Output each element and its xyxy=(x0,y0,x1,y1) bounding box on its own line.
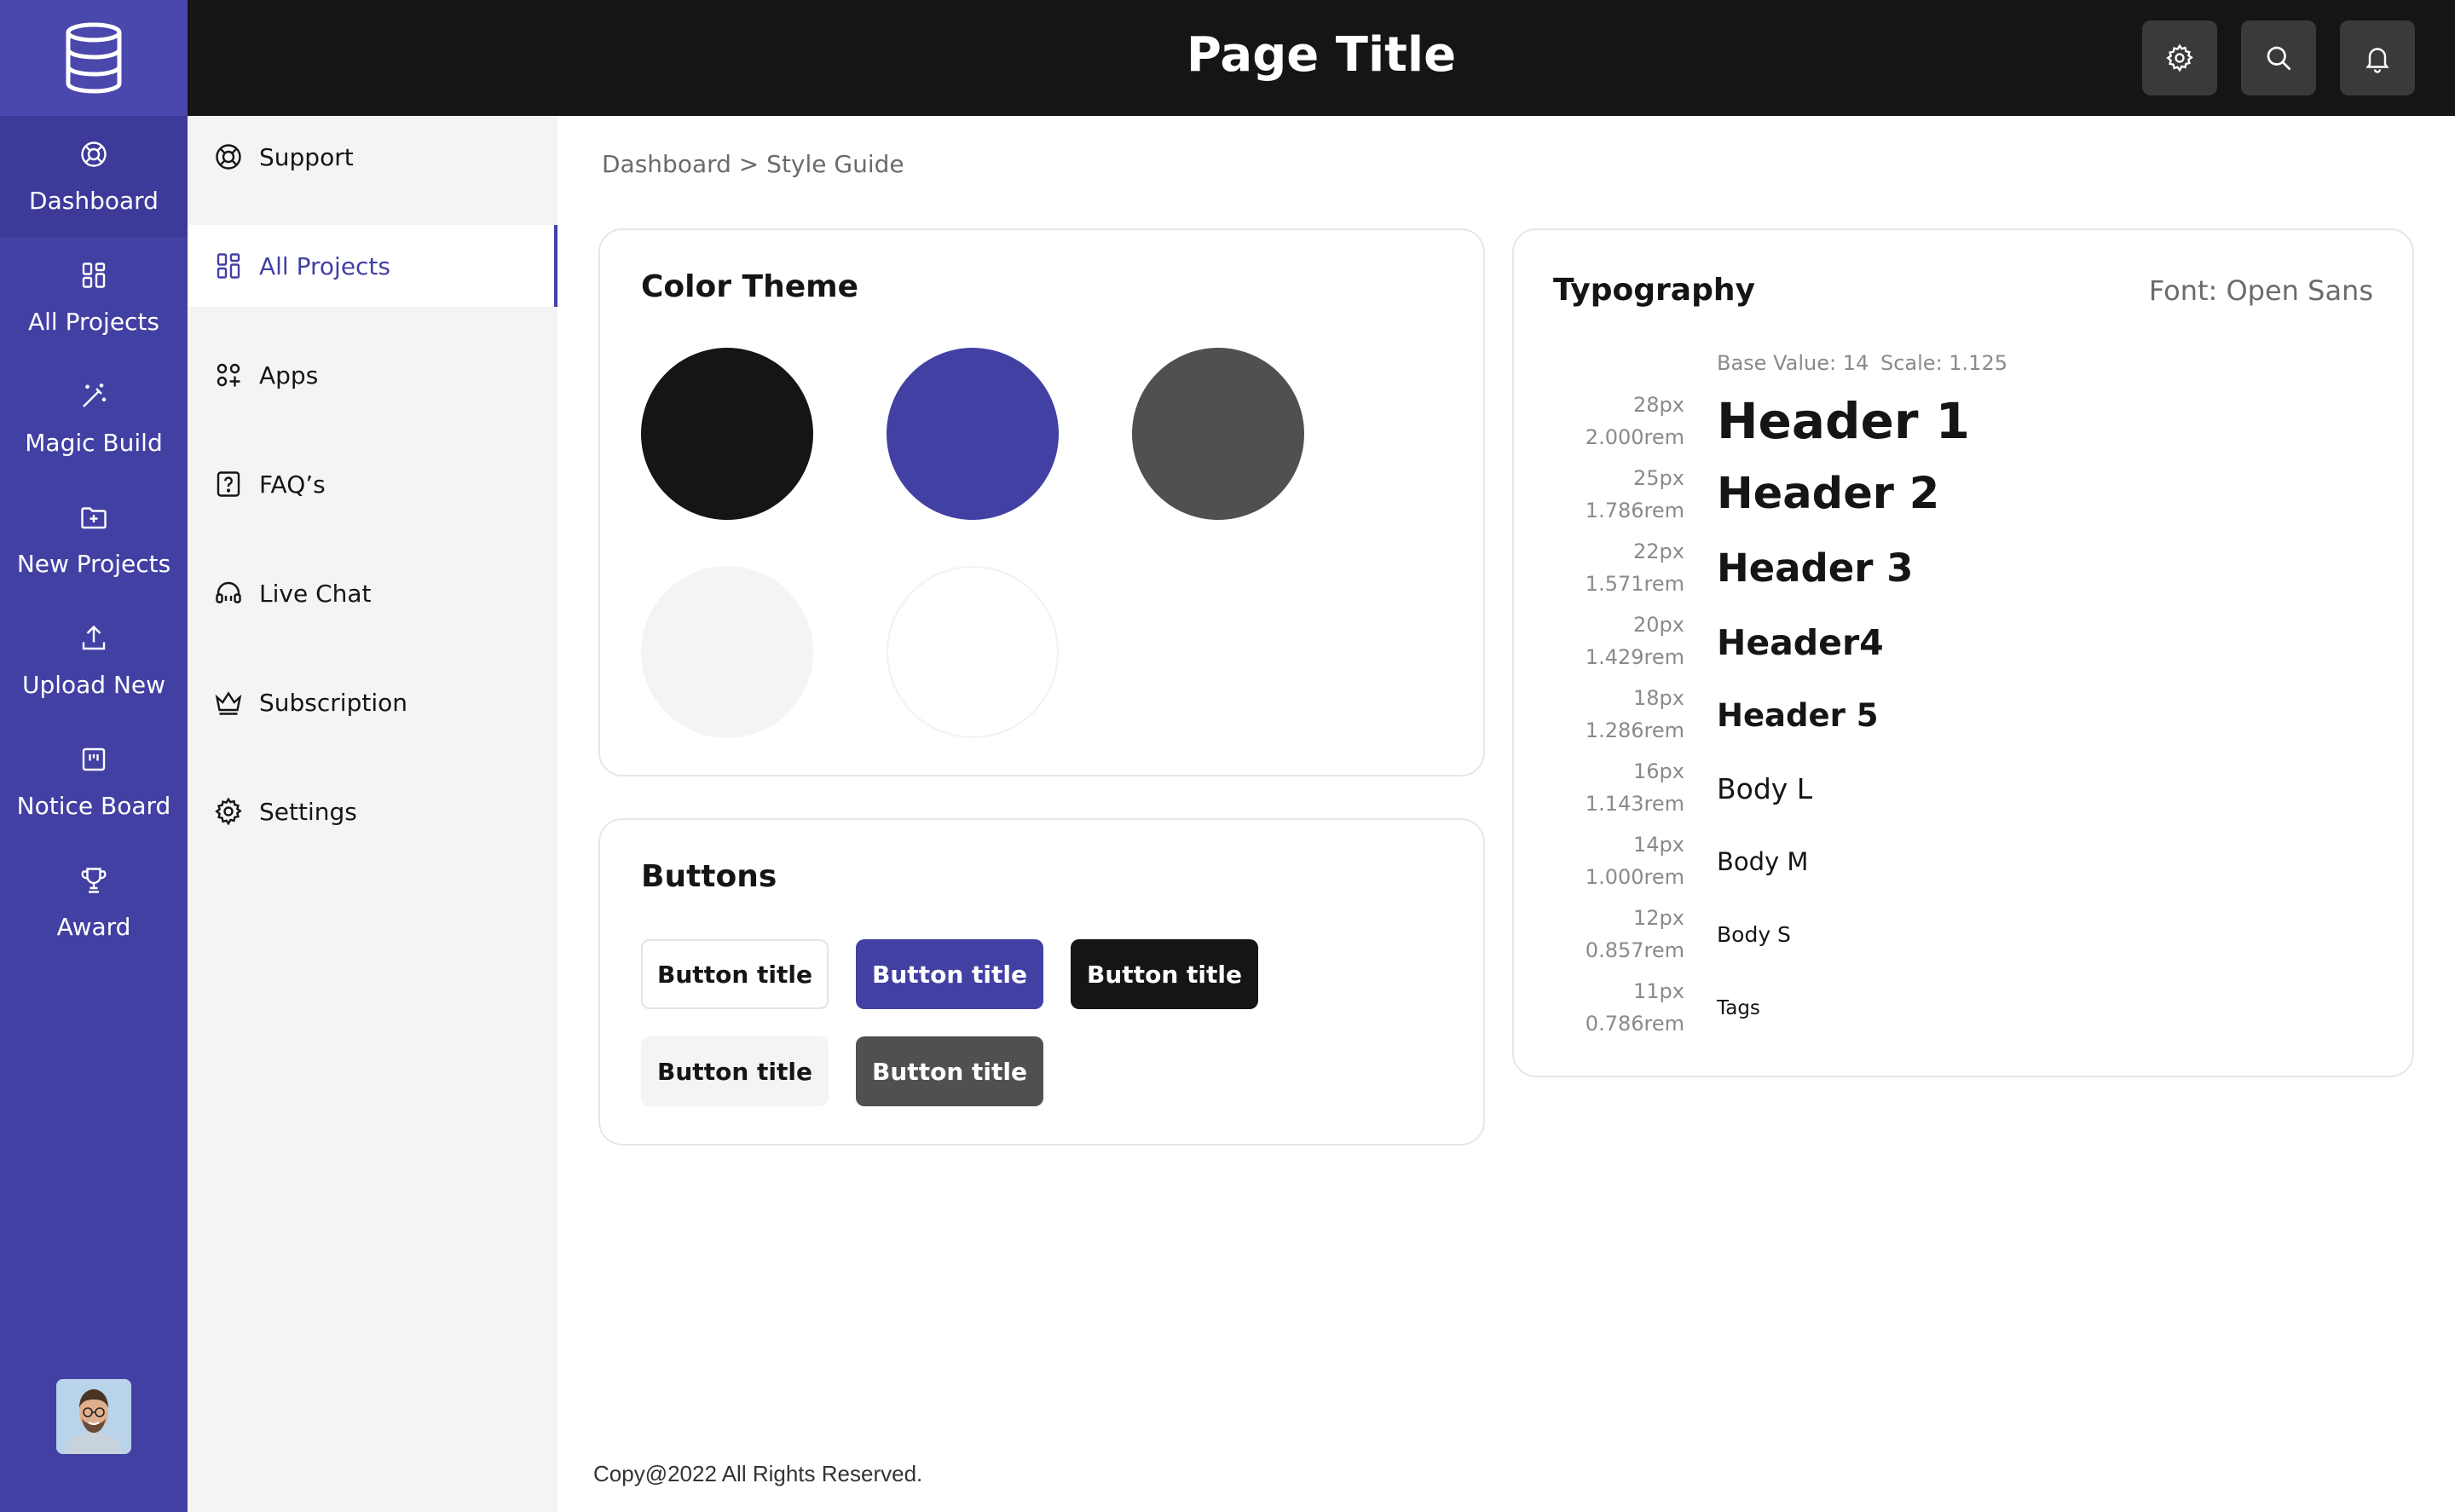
board-icon xyxy=(82,747,106,770)
rail-item-dashboard[interactable]: Dashboard xyxy=(0,116,188,237)
notifications-button[interactable] xyxy=(2340,20,2415,95)
type-size-label: 11px 0.786rem xyxy=(1585,979,1684,1036)
footer-copyright: Copy@2022 All Rights Reserved. xyxy=(593,1461,923,1486)
rail-item-label: Notice Board xyxy=(16,791,171,820)
type-size-label: 25px 1.786rem xyxy=(1585,466,1684,522)
buttons-card: Buttons Button title Button title Button… xyxy=(598,818,1485,1146)
light-button[interactable]: Button title xyxy=(641,1036,829,1106)
type-sample-header-4: Header4 xyxy=(1717,622,1884,663)
outline-button[interactable]: Button title xyxy=(641,939,829,1009)
rail-item-all-projects[interactable]: All Projects xyxy=(0,237,188,358)
type-size-label: 20px 1.429rem xyxy=(1585,613,1684,669)
search-icon xyxy=(2267,46,2291,71)
color-swatch-white[interactable] xyxy=(887,566,1059,738)
color-theme-card: Color Theme xyxy=(598,228,1485,776)
type-sample-header-5: Header 5 xyxy=(1717,697,1879,734)
rail-item-label: Award xyxy=(56,912,131,941)
grid-icon xyxy=(82,262,106,288)
subnav-item-faqs[interactable]: FAQ’s xyxy=(188,443,557,525)
gear-icon xyxy=(215,797,242,826)
type-size-label: 16px 1.143rem xyxy=(1585,759,1684,816)
type-size-label: 28px 2.000rem xyxy=(1585,393,1684,449)
subnav-item-label: Support xyxy=(259,142,354,171)
rail-item-award[interactable]: Award xyxy=(0,842,188,963)
dark-button[interactable]: Button title xyxy=(1071,939,1258,1009)
type-sample-header-2: Header 2 xyxy=(1717,469,1940,519)
grid-icon xyxy=(217,253,240,279)
rail-item-label: New Projects xyxy=(16,549,171,578)
upload-icon xyxy=(82,625,106,649)
type-sample-body-s: Body S xyxy=(1717,922,1791,947)
type-size-label: 18px 1.286rem xyxy=(1585,686,1684,742)
subnav-item-label: Settings xyxy=(259,797,357,826)
magic-wand-icon xyxy=(83,383,107,407)
icon-rail: Dashboard All Projects Magic Build New P… xyxy=(0,0,188,1512)
type-size-label: 12px 0.857rem xyxy=(1585,906,1684,962)
lifebuoy-icon xyxy=(81,141,107,167)
settings-button[interactable] xyxy=(2142,20,2217,95)
subnav-item-label: Live Chat xyxy=(259,579,372,608)
subnav-item-label: Apps xyxy=(259,361,319,390)
type-size-label: 22px 1.571rem xyxy=(1585,540,1684,596)
breadcrumb: Dashboard > Style Guide xyxy=(602,150,904,178)
buttons-title: Buttons xyxy=(641,859,777,894)
typography-card: Typography Font: Open Sans Base Value: 1… xyxy=(1512,228,2414,1077)
lifebuoy-icon xyxy=(216,144,241,170)
app-logo[interactable] xyxy=(0,0,188,116)
base-value-label: Base Value: 14 xyxy=(1717,351,1869,375)
subnav-item-live-chat[interactable]: Live Chat xyxy=(188,552,557,634)
type-sample-body-l: Body L xyxy=(1717,772,1813,805)
question-icon xyxy=(217,471,240,497)
type-sample-body-m: Body M xyxy=(1717,847,1809,876)
gear-icon xyxy=(2166,43,2193,72)
search-button[interactable] xyxy=(2241,20,2316,95)
rail-item-label: Magic Build xyxy=(25,428,163,457)
rail-item-magic-build[interactable]: Magic Build xyxy=(0,358,188,479)
headset-icon xyxy=(216,581,241,603)
type-sample-header-1: Header 1 xyxy=(1717,392,1971,450)
color-swatch-gray[interactable] xyxy=(1132,348,1304,520)
user-avatar-image xyxy=(56,1379,131,1454)
color-swatch-light-gray[interactable] xyxy=(641,566,813,738)
primary-button[interactable]: Button title xyxy=(856,939,1043,1009)
page-title: Page Title xyxy=(1186,27,1457,83)
subnav-item-label: All Projects xyxy=(259,251,390,280)
color-swatch-black[interactable] xyxy=(641,348,813,520)
type-sample-header-3: Header 3 xyxy=(1717,545,1914,591)
subnav-item-all-projects[interactable]: All Projects xyxy=(188,225,557,307)
secondary-sidebar: Support All Projects Apps FAQ’s Live Cha… xyxy=(188,116,557,1512)
avatar[interactable] xyxy=(56,1379,131,1454)
folder-plus-icon xyxy=(81,506,107,528)
rail-item-label: Dashboard xyxy=(29,186,159,215)
font-name-label: Font: Open Sans xyxy=(2148,274,2373,307)
top-header: Page Title xyxy=(188,0,2455,116)
database-icon xyxy=(66,22,122,94)
rail-item-label: All Projects xyxy=(28,307,159,336)
rail-item-upload-new[interactable]: Upload New xyxy=(0,600,188,721)
rail-item-new-projects[interactable]: New Projects xyxy=(0,479,188,600)
typography-title: Typography xyxy=(1553,273,1755,308)
color-swatch-purple[interactable] xyxy=(887,348,1059,520)
trophy-icon xyxy=(81,867,107,893)
rail-item-notice-board[interactable]: Notice Board xyxy=(0,721,188,842)
scale-label: Scale: 1.125 xyxy=(1880,351,2007,375)
gray-button[interactable]: Button title xyxy=(856,1036,1043,1106)
subnav-item-label: Subscription xyxy=(259,688,407,717)
rail-item-label: Upload New xyxy=(21,670,166,699)
subnav-item-apps[interactable]: Apps xyxy=(188,334,557,416)
apps-icon xyxy=(217,363,240,387)
type-size-label: 14px 1.000rem xyxy=(1585,833,1684,889)
subnav-item-label: FAQ’s xyxy=(259,470,326,499)
crown-icon xyxy=(215,691,242,715)
subnav-item-support[interactable]: Support xyxy=(188,116,557,198)
bell-icon xyxy=(2365,48,2389,73)
type-sample-tags: Tags xyxy=(1717,997,1760,1019)
subnav-item-settings[interactable]: Settings xyxy=(188,770,557,852)
color-theme-title: Color Theme xyxy=(641,269,859,304)
subnav-item-subscription[interactable]: Subscription xyxy=(188,661,557,743)
